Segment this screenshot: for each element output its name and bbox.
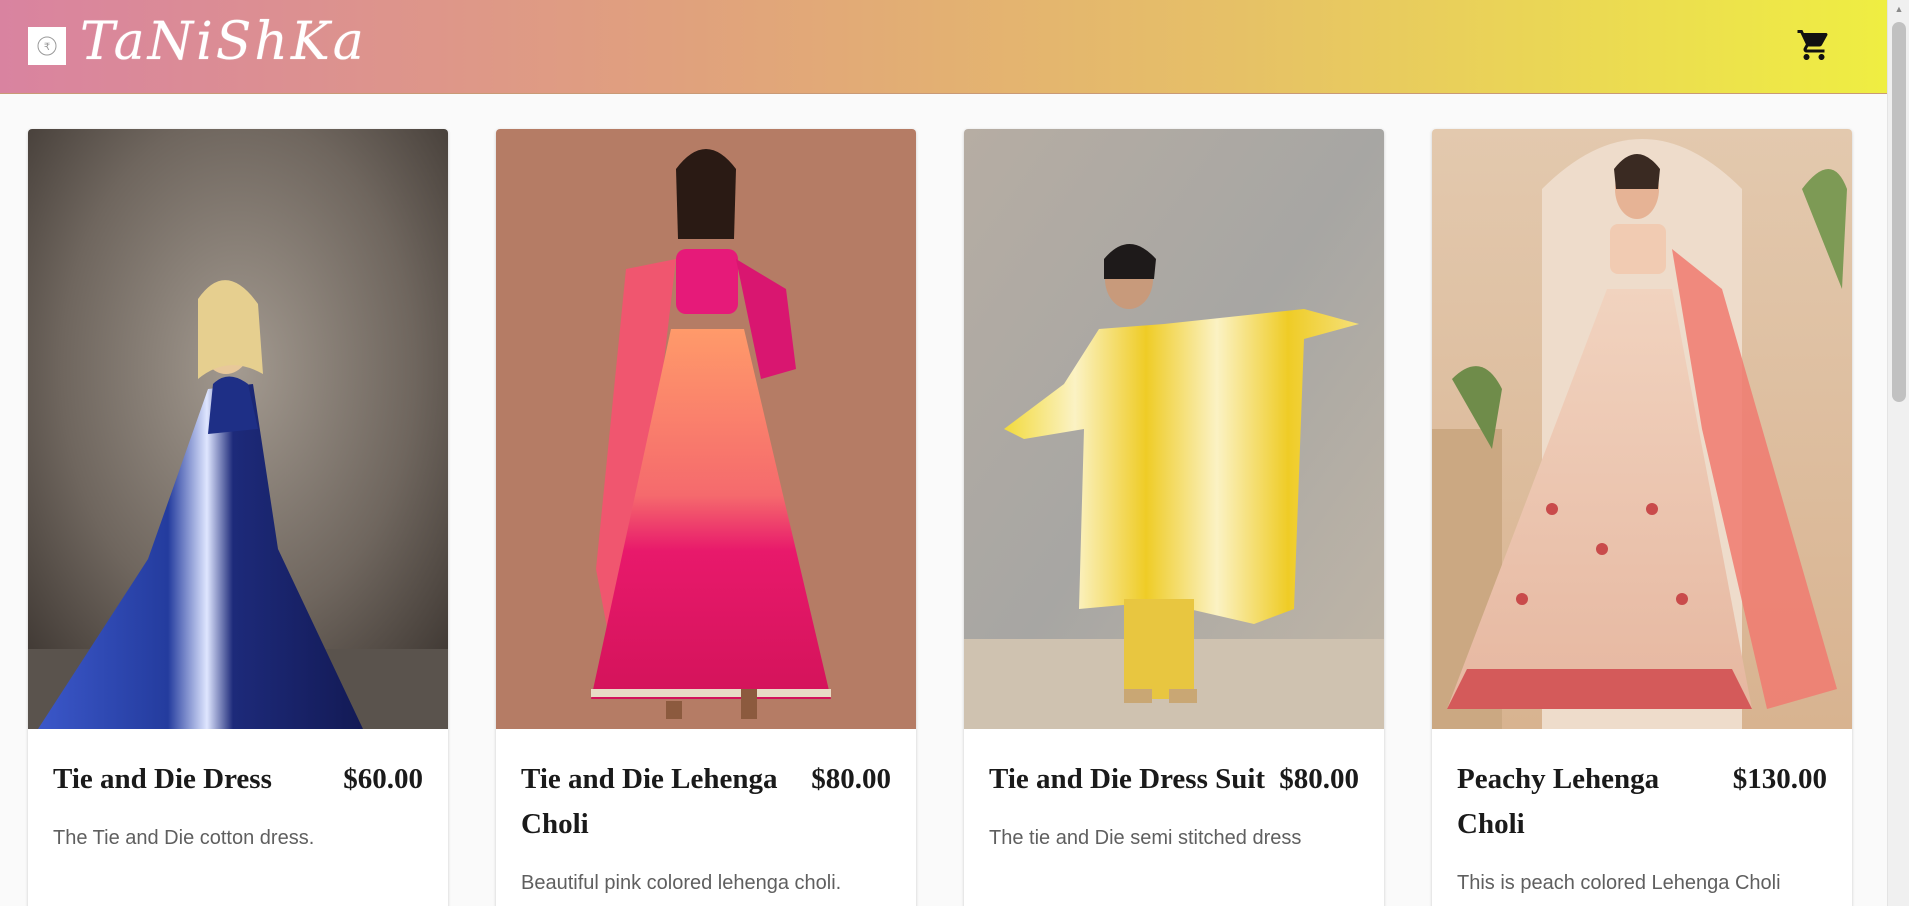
product-title[interactable]: Tie and Die Dress	[53, 757, 272, 802]
product-info: Tie and Die Dress Suit $80.00 The tie an…	[964, 729, 1384, 852]
logo[interactable]: ₹	[28, 27, 66, 65]
product-info: Tie and Die Lehenga Choli $80.00 Beautif…	[496, 729, 916, 897]
product-image[interactable]	[964, 129, 1384, 729]
product-image[interactable]	[496, 129, 916, 729]
scrollbar-thumb[interactable]	[1892, 22, 1906, 402]
rupee-coin-icon: ₹	[37, 36, 57, 56]
product-price: $130.00	[1732, 763, 1827, 795]
svg-text:₹: ₹	[44, 42, 50, 53]
product-info: Tie and Die Dress $60.00 The Tie and Die…	[28, 729, 448, 852]
product-card[interactable]: Tie and Die Dress $60.00 The Tie and Die…	[28, 129, 448, 906]
brand-name[interactable]: TaNiShKa	[80, 12, 367, 72]
product-info: Peachy Lehenga Choli $130.00 This is pea…	[1432, 729, 1852, 897]
top-app-bar: ₹ TaNiShKa	[0, 0, 1887, 94]
product-title[interactable]: Tie and Die Dress Suit	[989, 757, 1265, 802]
product-card[interactable]: Peachy Lehenga Choli $130.00 This is pea…	[1432, 129, 1852, 906]
shopping-cart-icon	[1797, 30, 1828, 60]
product-image[interactable]	[1432, 129, 1852, 729]
product-price: $80.00	[1279, 763, 1359, 795]
cart-button[interactable]	[1796, 27, 1832, 63]
product-card[interactable]: Tie and Die Dress Suit $80.00 The tie an…	[964, 129, 1384, 906]
page-scrollbar[interactable]: ▲	[1887, 0, 1909, 906]
product-title[interactable]: Peachy Lehenga Choli	[1457, 757, 1733, 847]
product-description: The Tie and Die cotton dress.	[53, 827, 315, 849]
product-price: $80.00	[811, 763, 891, 795]
product-description: The tie and Die semi stitched dress	[989, 827, 1302, 849]
scroll-up-arrow-icon[interactable]: ▲	[1888, 0, 1909, 18]
product-description: Beautiful pink colored lehenga choli.	[521, 872, 842, 894]
product-price: $60.00	[343, 763, 423, 795]
product-title[interactable]: Tie and Die Lehenga Choli	[521, 757, 811, 847]
product-description: This is peach colored Lehenga Choli	[1457, 872, 1781, 894]
product-card[interactable]: Tie and Die Lehenga Choli $80.00 Beautif…	[496, 129, 916, 906]
product-image[interactable]	[28, 129, 448, 729]
